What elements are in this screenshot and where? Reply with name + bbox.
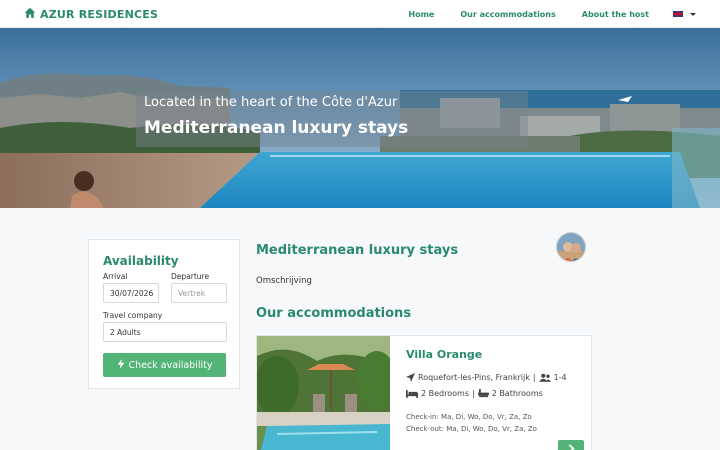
villa-orange-image[interactable] [257,336,390,450]
accommodation-checkout: Check-out: Ma, Di, Wo, Do, Vr, Za, Zo [406,425,537,433]
hero-subtitle: Located in the heart of the Côte d'Azur [144,95,398,110]
description: Omschrijving [256,276,312,286]
bed-icon [406,389,418,398]
arrival-input[interactable]: 30/07/2026 [103,283,159,303]
departure-input[interactable]: Vertrek [171,283,227,303]
brand-name: AZUR RESIDENCES [40,8,159,21]
section-title: Mediterranean luxury stays [256,243,459,258]
nav-accommodations[interactable]: Our accommodations [460,10,555,19]
accommodation-card[interactable]: Villa Orange Roquefort-les-Pins, Frankri… [256,335,592,450]
availability-title: Availability [103,254,179,268]
hero-title: Mediterranean luxury stays [144,118,409,138]
uk-flag-icon [673,11,683,17]
host-avatar[interactable] [556,232,586,262]
availability-card: Availability Arrival 30/07/2026 Departur… [88,239,240,389]
accommodation-bedrooms: 2 Bedrooms [421,389,469,398]
bath-icon [477,389,489,398]
view-accommodation-button[interactable] [558,440,584,450]
accommodation-location: Roquefort-les-Pins, Frankrijk [418,373,530,382]
chevron-right-icon [568,444,575,450]
brand-logo[interactable]: AZUR RESIDENCES [24,7,158,22]
arrival-label: Arrival [103,272,128,281]
accommodation-checkin: Check-in: Ma, Di, Wo, Do, Vr, Za, Zo [406,413,532,421]
caret-down-icon [690,12,696,16]
hero-banner: Located in the heart of the Côte d'Azur … [0,28,720,208]
home-icon [24,7,40,22]
hero-caption: Located in the heart of the Côte d'Azur … [136,91,528,147]
location-arrow-icon [406,373,415,382]
travel-company-select[interactable]: 2 Adults [103,322,227,342]
nav-about-host[interactable]: About the host [582,10,649,19]
navbar: AZUR RESIDENCES Home Our accommodations … [0,0,720,28]
accommodation-guests: 1-4 [553,373,567,382]
nav-links: Home Our accommodations About the host [382,0,696,28]
accommodation-location-row: Roquefort-les-Pins, Frankrijk | 1-4 [406,373,567,382]
accommodation-bathrooms: 2 Bathrooms [491,389,543,398]
accommodation-name[interactable]: Villa Orange [406,348,482,361]
language-selector[interactable] [673,11,696,17]
check-availability-button[interactable]: Check availability [103,353,226,377]
users-icon [538,373,551,382]
bolt-icon [117,358,129,372]
check-availability-label: Check availability [128,359,213,371]
nav-home[interactable]: Home [408,10,434,19]
travel-company-label: Travel company [103,311,163,320]
accommodations-heading: Our accommodations [256,306,412,321]
accommodation-rooms-row: 2 Bedrooms | 2 Bathrooms [406,389,543,398]
departure-label: Departure [171,272,210,281]
